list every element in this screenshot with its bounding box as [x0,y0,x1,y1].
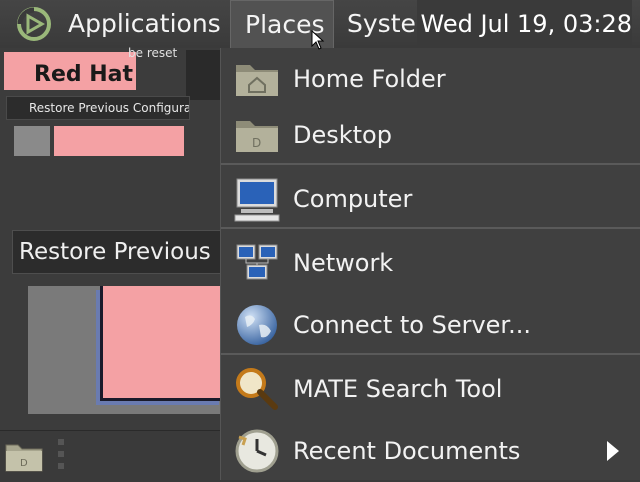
menu-item-recent-documents[interactable]: Recent Documents [221,420,640,482]
clock[interactable]: Wed Jul 19, 03:28 [416,0,632,48]
menu-item-computer[interactable]: Computer [221,168,640,230]
menu-item-label: Connect to Server... [293,311,531,339]
computer-icon [234,178,280,222]
menu-item-mate-search-tool[interactable]: MATE Search Tool [221,358,640,420]
home-folder-icon [236,65,278,96]
reset-text: be reset [128,46,178,60]
panel-handle[interactable] [58,439,66,475]
desktop-folder-icon: D [236,121,278,152]
menu-separator [221,227,640,229]
menu-item-connect-to-server[interactable]: Connect to Server... [221,294,640,356]
search-icon [236,368,278,410]
menu-item-home-folder[interactable]: Home Folder [221,48,640,110]
mouse-cursor-icon [311,30,325,50]
folder-icon[interactable]: D [4,437,44,473]
menu-item-label: Recent Documents [293,437,521,465]
menu-separator [221,163,640,165]
system-menu[interactable]: System [347,0,427,48]
menu-item-label: Home Folder [293,65,446,93]
menu-separator [221,353,640,355]
restore-previous-config-button[interactable]: Restore Previous Configuration [6,96,190,120]
globe-icon [237,305,277,345]
redhat-label: Red Hat [34,62,134,87]
submenu-arrow-icon [607,441,619,461]
menu-item-network[interactable]: Network [221,232,640,294]
places-dropdown: Home Folder D Desktop Computer Network C… [220,48,640,480]
restore-previous-button[interactable]: Restore Previous [12,230,222,274]
network-icon [236,244,278,280]
monitor-preview [28,286,223,414]
bottom-panel: D [0,430,220,481]
applications-menu[interactable]: Applications [68,0,221,48]
pink-swatch [54,126,184,156]
menu-item-label: Computer [293,185,413,213]
svg-text:D: D [20,458,28,469]
menu-item-desktop[interactable]: D Desktop [221,104,640,166]
mate-logo-icon[interactable] [14,6,54,42]
menu-item-label: MATE Search Tool [293,375,503,403]
monitor-preview-screen [100,286,223,401]
svg-text:D: D [252,136,261,150]
clock-icon [235,429,279,473]
grey-swatch [14,126,50,156]
preview-thumbnail [186,50,220,100]
background-window: Red Hat be reset Restore Previous Config… [0,46,223,481]
menu-item-label: Desktop [293,121,392,149]
menu-item-label: Network [293,249,394,277]
